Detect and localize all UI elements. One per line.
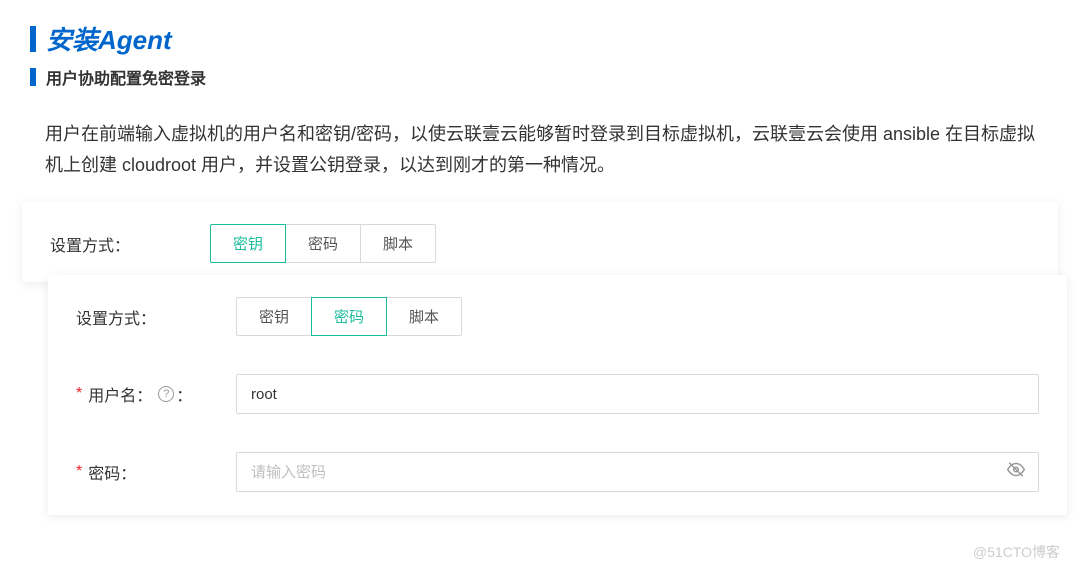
title-accent-bar — [30, 26, 36, 52]
method-option-script-front[interactable]: 脚本 — [386, 297, 462, 336]
username-row: * 用户名 ： ? ： — [76, 374, 1039, 414]
description-text: 用户在前端输入虚拟机的用户名和密钥/密码，以使云联壹云能够暂时登录到目标虚拟机，… — [0, 119, 1080, 210]
settings-panel-password: 设置方式： 密钥 密码 脚本 * 用户名 ： ? ： * 密码 ： — [48, 275, 1067, 515]
subtitle-accent-bar — [30, 68, 36, 86]
password-label-text: 密码 — [88, 460, 120, 484]
method-option-password-back[interactable]: 密码 — [285, 224, 361, 263]
username-label: * 用户名 ： ? ： — [76, 382, 236, 406]
password-label: * 密码 ： — [76, 460, 236, 484]
settings-panel-key: 设置方式： 密钥 密码 脚本 — [22, 202, 1058, 282]
password-row: * 密码 ： — [76, 452, 1039, 492]
method-option-key-front[interactable]: 密钥 — [236, 297, 312, 336]
page-title: 安装Agent — [46, 20, 172, 57]
page-subtitle-row: 用户协助配置免密登录 — [30, 65, 1050, 89]
required-mark: * — [76, 463, 82, 481]
watermark: @51CTO博客 — [973, 542, 1060, 562]
help-icon[interactable]: ? — [158, 386, 174, 402]
required-mark: * — [76, 385, 82, 403]
method-option-password-front[interactable]: 密码 — [311, 297, 387, 336]
method-row-front: 设置方式： 密钥 密码 脚本 — [76, 297, 1039, 336]
method-row-back: 设置方式： 密钥 密码 脚本 — [50, 224, 1030, 263]
password-input[interactable] — [236, 452, 1039, 492]
method-radio-group-back: 密钥 密码 脚本 — [210, 224, 436, 263]
username-input[interactable] — [236, 374, 1039, 414]
method-label-front: 设置方式： — [76, 305, 236, 329]
page-title-row: 安装Agent — [30, 20, 1050, 57]
method-option-script-back[interactable]: 脚本 — [360, 224, 436, 263]
username-label-text: 用户名 — [88, 382, 136, 406]
method-label-back: 设置方式： — [50, 232, 210, 256]
eye-off-icon[interactable] — [1007, 461, 1025, 484]
password-input-wrapper — [236, 452, 1039, 492]
page-subtitle: 用户协助配置免密登录 — [46, 65, 206, 89]
method-option-key-back[interactable]: 密钥 — [210, 224, 286, 263]
method-radio-group-front: 密钥 密码 脚本 — [236, 297, 462, 336]
